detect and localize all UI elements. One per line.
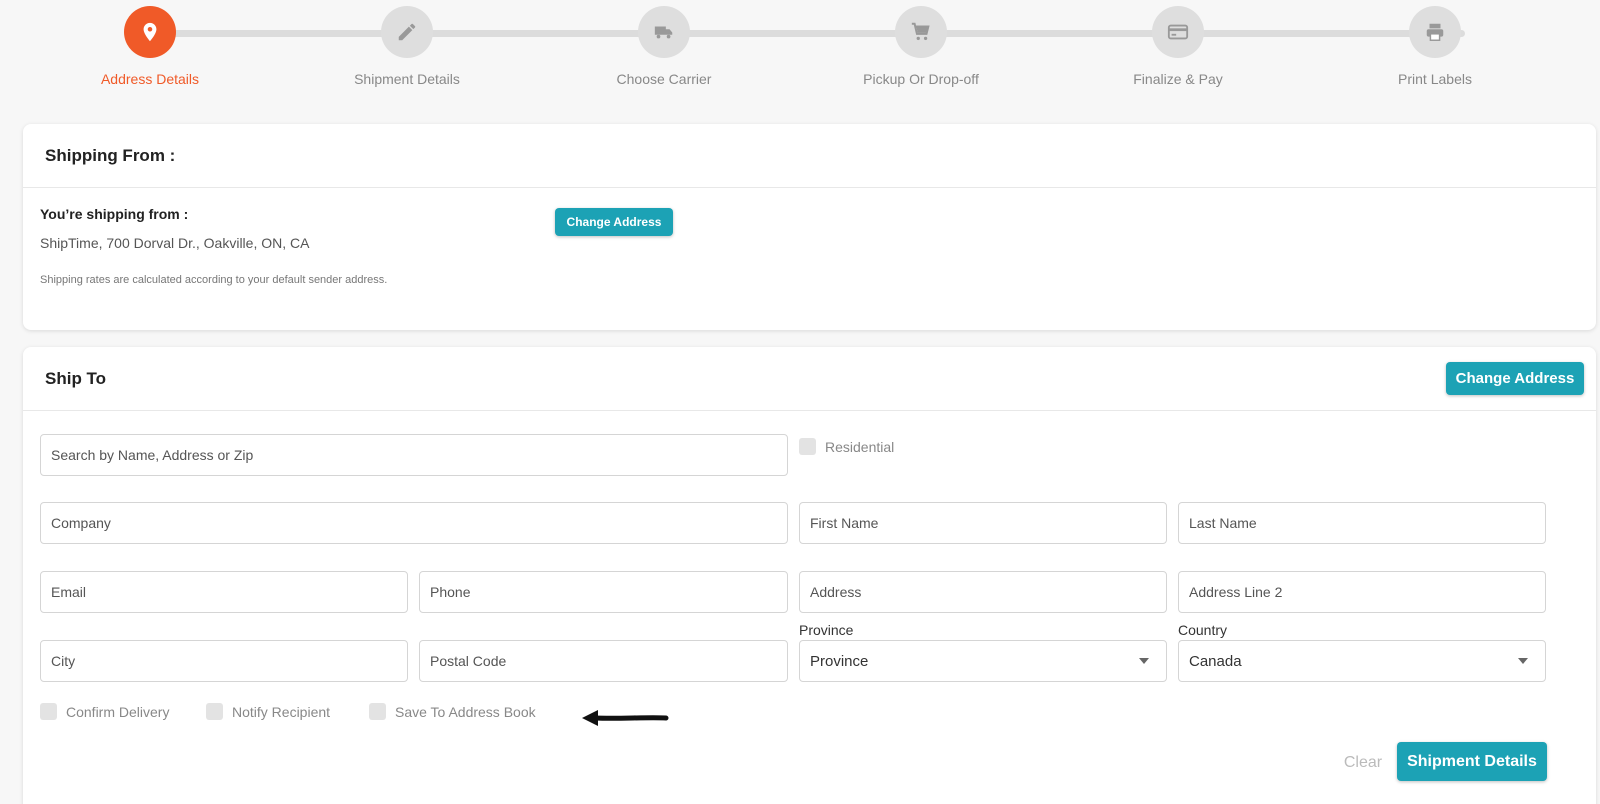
ship-to-title: Ship To [45, 368, 107, 388]
notify-recipient-label: Notify Recipient [232, 703, 331, 720]
chevron-down-icon [1139, 658, 1149, 664]
residential-label: Residential [825, 438, 895, 455]
first-name-input[interactable] [799, 502, 1167, 544]
step-shipment-details[interactable]: Shipment Details [307, 6, 507, 87]
province-select[interactable]: Province [799, 640, 1167, 682]
shipping-from-card: Shipping From : You’re shipping from : S… [23, 124, 1596, 330]
arrow-left-icon [582, 710, 669, 726]
chevron-down-icon [1518, 658, 1528, 664]
step-circle[interactable] [381, 6, 433, 58]
shipping-from-address: ShipTime, 700 Dorval Dr., Oakville, ON, … [40, 235, 310, 251]
company-input[interactable] [40, 502, 788, 544]
checkbox-box[interactable] [799, 438, 816, 455]
shipping-from-title: Shipping From : [45, 145, 176, 165]
step-label: Shipment Details [354, 71, 460, 87]
step-address-details[interactable]: Address Details [50, 6, 250, 87]
country-select[interactable]: Canada [1178, 640, 1546, 682]
last-name-input[interactable] [1178, 502, 1546, 544]
credit-card-icon [1167, 24, 1189, 40]
step-label: Print Labels [1398, 71, 1472, 87]
shipment-details-button[interactable]: Shipment Details [1397, 742, 1547, 781]
save-to-address-book-checkbox[interactable]: Save To Address Book [369, 703, 536, 720]
save-to-address-book-label: Save To Address Book [395, 703, 536, 720]
step-label: Address Details [100, 71, 200, 87]
printer-icon [1426, 23, 1444, 41]
progress-stepper: Address Details Shipment Details Choose … [0, 0, 1600, 110]
step-circle[interactable] [638, 6, 690, 58]
ship-to-card: Ship To Change Address Residential Provi… [23, 347, 1596, 804]
province-value: Province [810, 652, 869, 670]
map-pin-icon [143, 22, 157, 42]
change-from-address-button[interactable]: Change Address [555, 208, 673, 236]
phone-input[interactable] [419, 571, 788, 613]
step-circle[interactable] [1409, 6, 1461, 58]
confirm-delivery-checkbox[interactable]: Confirm Delivery [40, 703, 169, 720]
confirm-delivery-label: Confirm Delivery [66, 703, 170, 720]
notify-recipient-checkbox[interactable]: Notify Recipient [206, 703, 330, 720]
shipping-from-label: You’re shipping from : [40, 206, 189, 222]
step-finalize-pay[interactable]: Finalize & Pay [1078, 6, 1278, 87]
shipping-rates-note: Shipping rates are calculated according … [40, 274, 388, 286]
step-label: Pickup Or Drop-off [863, 71, 979, 87]
checkbox-box[interactable] [40, 703, 57, 720]
cart-icon [911, 22, 930, 41]
clear-button[interactable]: Clear [1333, 748, 1393, 778]
step-print-labels[interactable]: Print Labels [1335, 6, 1535, 87]
address-search-input[interactable] [40, 434, 788, 476]
card-header: Ship To Change Address [23, 347, 1596, 411]
address-line2-input[interactable] [1178, 571, 1546, 613]
step-circle[interactable] [1152, 6, 1204, 58]
step-label: Finalize & Pay [1133, 71, 1223, 87]
province-label: Province [799, 622, 854, 638]
step-choose-carrier[interactable]: Choose Carrier [564, 6, 764, 87]
country-value: Canada [1189, 652, 1242, 670]
truck-icon [654, 26, 673, 39]
address-input[interactable] [799, 571, 1167, 613]
card-header: Shipping From : [23, 124, 1596, 188]
step-circle[interactable] [124, 6, 176, 58]
postal-code-input[interactable] [419, 640, 788, 682]
pencil-icon [398, 23, 416, 41]
country-label: Country [1178, 622, 1228, 638]
email-input[interactable] [40, 571, 408, 613]
step-circle[interactable] [895, 6, 947, 58]
checkbox-box[interactable] [206, 703, 223, 720]
checkbox-box[interactable] [369, 703, 386, 720]
step-label: Choose Carrier [616, 71, 712, 87]
residential-checkbox[interactable]: Residential [799, 438, 894, 455]
city-input[interactable] [40, 640, 408, 682]
change-to-address-button[interactable]: Change Address [1446, 362, 1584, 395]
step-pickup-dropoff[interactable]: Pickup Or Drop-off [821, 6, 1021, 87]
